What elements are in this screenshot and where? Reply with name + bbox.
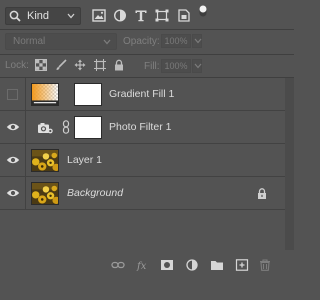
chevron-down-icon xyxy=(67,13,75,19)
blend-mode-select[interactable]: Normal xyxy=(5,33,117,50)
layer-mask-thumbnail[interactable] xyxy=(74,116,102,139)
add-mask-icon[interactable] xyxy=(160,259,174,271)
opacity-field[interactable]: 100% xyxy=(161,34,191,48)
layer-name[interactable]: Photo Filter 1 xyxy=(109,121,171,133)
gradient-fill-thumbnail[interactable] xyxy=(31,83,59,106)
fx-icon[interactable]: fx xyxy=(136,259,150,271)
fill-field[interactable]: 100% xyxy=(161,59,191,73)
filter-kind-label: Kind xyxy=(27,10,50,22)
photo-filter-adjustment-icon[interactable] xyxy=(37,122,53,134)
svg-text:fx: fx xyxy=(136,261,147,271)
layer-mask-thumbnail[interactable] xyxy=(74,83,102,106)
smart-object-filter-icon[interactable] xyxy=(177,9,191,22)
chevron-down-icon xyxy=(194,38,202,44)
eye-icon xyxy=(6,156,20,164)
lock-image-pixels-icon[interactable] xyxy=(55,59,67,71)
image-filter-icon[interactable] xyxy=(92,9,106,22)
visibility-toggle[interactable] xyxy=(0,177,26,209)
chevron-down-icon xyxy=(194,63,202,69)
layer-name[interactable]: Background xyxy=(67,187,123,199)
photo-thumbnail[interactable] xyxy=(31,149,59,172)
fill-label: Fill: xyxy=(144,61,160,72)
opacity-label: Opacity: xyxy=(123,36,160,47)
filter-toggle-icon[interactable] xyxy=(199,5,207,17)
lock-position-icon[interactable] xyxy=(74,59,86,71)
lock-all-icon[interactable] xyxy=(113,59,125,71)
opacity-dropdown[interactable] xyxy=(192,34,202,48)
adjustment-filter-icon[interactable] xyxy=(113,9,127,22)
layer-name[interactable]: Layer 1 xyxy=(67,154,102,166)
mask-link-icon[interactable] xyxy=(62,120,70,134)
lock-label: Lock: xyxy=(5,60,29,71)
delete-layer-icon[interactable] xyxy=(258,259,272,271)
eye-icon xyxy=(6,189,20,197)
visibility-toggle[interactable] xyxy=(0,144,26,176)
layer-row-photo-filter[interactable]: Photo Filter 1 xyxy=(0,111,285,144)
fill-dropdown[interactable] xyxy=(192,59,202,73)
divider xyxy=(0,29,294,30)
type-filter-icon[interactable] xyxy=(134,9,148,22)
new-layer-icon[interactable] xyxy=(235,259,249,271)
shape-filter-icon[interactable] xyxy=(155,9,169,22)
lock-icon[interactable] xyxy=(257,188,267,199)
chevron-down-icon xyxy=(103,39,111,45)
eye-icon xyxy=(6,123,20,131)
scrollbar[interactable] xyxy=(285,78,294,250)
new-adjustment-icon[interactable] xyxy=(185,259,199,271)
visibility-toggle[interactable] xyxy=(0,111,26,143)
visibility-toggle[interactable] xyxy=(0,78,26,110)
filter-kind-select[interactable]: Kind xyxy=(5,7,81,25)
layer-name[interactable]: Gradient Fill 1 xyxy=(109,88,174,100)
layer-row-background[interactable]: Background xyxy=(0,177,285,210)
visibility-off-box xyxy=(7,89,18,100)
blend-mode-label: Normal xyxy=(13,36,46,47)
layers-bottom-toolbar: fx xyxy=(0,251,294,300)
divider xyxy=(0,54,294,55)
layer-filter-row: Kind xyxy=(0,0,294,30)
layer-row-gradient-fill[interactable]: Gradient Fill 1 xyxy=(0,78,285,111)
new-group-icon[interactable] xyxy=(210,259,224,271)
layer-row-layer-1[interactable]: Layer 1 xyxy=(0,144,285,177)
lock-transparent-pixels-icon[interactable] xyxy=(35,59,47,71)
search-icon xyxy=(9,10,21,22)
photo-thumbnail[interactable] xyxy=(31,182,59,205)
link-layers-icon[interactable] xyxy=(111,259,125,271)
lock-artboard-icon[interactable] xyxy=(94,59,106,71)
layers-panel: Kind Normal Opacity: 100% Lock: Fill: 10… xyxy=(0,0,294,300)
layers-list: Gradient Fill 1 Photo Filter 1 Layer 1 B… xyxy=(0,78,285,210)
